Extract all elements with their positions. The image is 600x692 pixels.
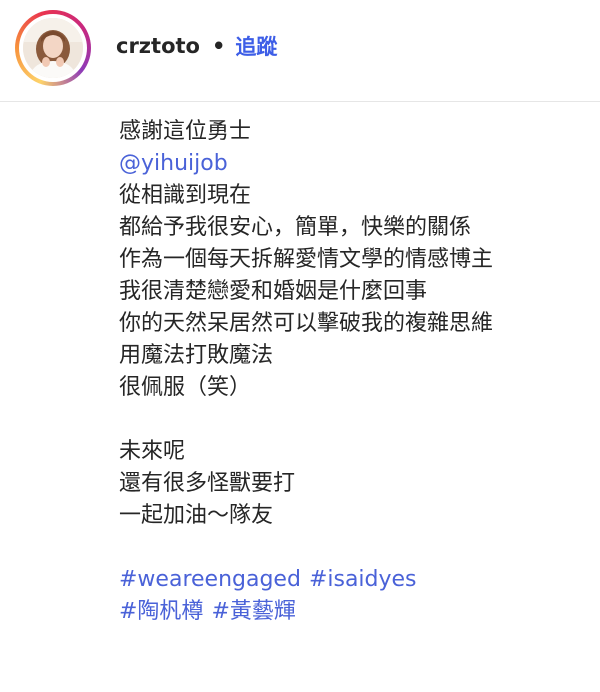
caption-line: 用魔法打敗魔法 bbox=[119, 343, 274, 368]
hashtag-link[interactable]: #黃藝輝 bbox=[211, 599, 295, 624]
caption-line: 很佩服（笑） bbox=[119, 375, 252, 400]
follow-button[interactable]: 追蹤 bbox=[235, 31, 277, 61]
avatar[interactable] bbox=[23, 18, 83, 78]
caption-line: 一起加油～隊友 bbox=[119, 503, 274, 528]
caption-line: 還有很多怪獸要打 bbox=[119, 471, 296, 496]
hashtag-link[interactable]: #weareengaged bbox=[119, 567, 301, 592]
separator-dot: • bbox=[211, 34, 226, 58]
hashtag-row: #陶杋樽 #黃藝輝 bbox=[119, 596, 589, 628]
avatar-border bbox=[19, 14, 87, 82]
caption-line: 感謝這位勇士 bbox=[119, 119, 252, 144]
caption-line: 從相識到現在 bbox=[119, 183, 252, 208]
caption-line: 未來呢 bbox=[119, 439, 186, 464]
caption-line: 都給予我很安心，簡單，快樂的關係 bbox=[119, 215, 472, 240]
username-link[interactable]: crztoto bbox=[116, 34, 200, 58]
caption-line: 我很清楚戀愛和婚姻是什麼回事 bbox=[119, 279, 428, 304]
story-ring[interactable] bbox=[15, 10, 91, 86]
hashtag-link[interactable]: #isaidyes bbox=[309, 567, 417, 592]
hashtag-row: #weareengaged #isaidyes bbox=[119, 564, 589, 596]
caption-line: 你的天然呆居然可以擊破我的複雜思維 bbox=[119, 311, 494, 336]
mention-link[interactable]: @yihuijob bbox=[119, 148, 589, 180]
username-row: crztoto • 追蹤 bbox=[116, 29, 277, 63]
post-caption: 感謝這位勇士 @yihuijob 從相識到現在 都給予我很安心，簡單，快樂的關係… bbox=[119, 116, 589, 628]
caption-line: 作為一個每天拆解愛情文學的情感博主 bbox=[119, 247, 494, 272]
avatar-photo-icon bbox=[23, 18, 83, 78]
post-header: crztoto • 追蹤 bbox=[0, 0, 600, 102]
hashtag-link[interactable]: #陶杋樽 bbox=[119, 599, 203, 624]
